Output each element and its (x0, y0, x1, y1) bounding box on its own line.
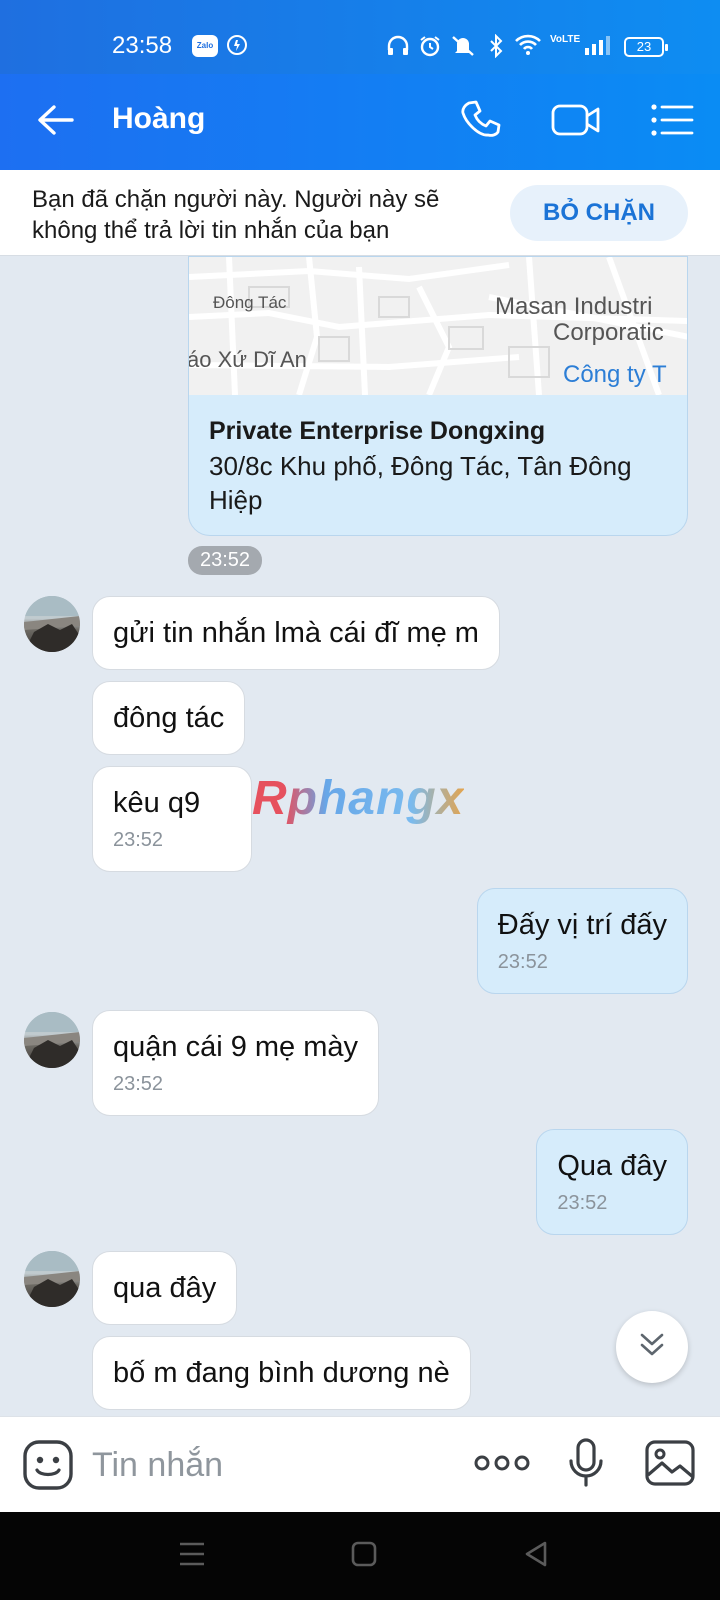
chat-area[interactable]: Đông Tác Masan Industri Corporatic áo Xứ… (0, 256, 720, 1416)
contact-avatar[interactable] (24, 1012, 80, 1068)
map-label: Công ty T (563, 361, 667, 388)
message-time: 23:52 (497, 951, 548, 973)
back-triangle-icon (522, 1540, 550, 1573)
status-time: 23:58 (112, 32, 173, 59)
back-nav-button[interactable] (516, 1538, 556, 1574)
outgoing-message[interactable]: Đấy vị trí đấy 23:52 (476, 888, 688, 994)
contact-name[interactable]: Hoàng (112, 102, 205, 136)
incoming-message[interactable]: qua đây (92, 1251, 238, 1325)
map-label: Corporatic (553, 319, 664, 346)
signal-icon (584, 34, 612, 61)
watermark-logo: Rphangx (252, 772, 465, 825)
incoming-message[interactable]: gửi tin nhắn lmà cái đĩ mẹ m (92, 596, 500, 670)
headphones-icon (386, 34, 410, 61)
map-label: áo Xứ Dĩ An (188, 347, 307, 372)
video-call-icon (550, 100, 602, 145)
menu-button[interactable] (642, 92, 702, 152)
message-text: đông tác (113, 702, 225, 734)
back-button[interactable] (26, 92, 86, 152)
back-arrow-icon (36, 104, 76, 141)
message-text: quận cái 9 mẹ mày (113, 1031, 359, 1063)
menu-lines-icon (178, 1541, 206, 1572)
message-text: kêu q9 (113, 787, 201, 819)
mute-icon (450, 34, 476, 63)
incoming-message[interactable]: quận cái 9 mẹ mày 23:52 (92, 1010, 380, 1116)
home-button[interactable] (344, 1538, 384, 1574)
message-input-bar (0, 1416, 720, 1512)
recent-apps-button[interactable] (172, 1538, 212, 1574)
map-label: Masan Industri (495, 293, 653, 320)
double-chevron-down-icon (637, 1330, 667, 1365)
image-gallery-icon (644, 1439, 696, 1492)
map-label: Đông Tác (213, 293, 287, 312)
message-text: gửi tin nhắn lmà cái đĩ mẹ m (113, 617, 479, 649)
voice-button[interactable] (558, 1437, 614, 1494)
microphone-icon (566, 1437, 606, 1494)
incoming-message[interactable]: đông tác (92, 681, 246, 755)
more-options-button[interactable] (474, 1439, 530, 1491)
emoji-button[interactable] (22, 1439, 74, 1491)
home-square-icon (350, 1540, 378, 1573)
outgoing-message[interactable]: Qua đây 23:52 (536, 1129, 688, 1235)
incoming-message[interactable]: kêu q9 23:52 (92, 766, 252, 872)
emoji-sticker-icon (22, 1440, 74, 1495)
map-preview[interactable]: Đông Tác Masan Industri Corporatic áo Xứ… (188, 257, 687, 395)
call-button[interactable] (452, 92, 512, 152)
status-bar: 23:58 Zalo VoLTE 23 (0, 0, 720, 74)
location-name: Private Enterprise Dongxing (209, 417, 546, 445)
message-time: 23:52 (557, 1192, 608, 1214)
message-time: 23:52 (113, 829, 164, 851)
contact-avatar[interactable] (24, 1251, 80, 1307)
alarm-icon (418, 34, 442, 63)
scroll-to-bottom-button[interactable] (616, 1311, 688, 1383)
blocked-banner: Bạn đã chặn người này. Người này sẽ khôn… (0, 170, 720, 256)
location-address: 30/8c Khu phố, Đông Tác, Tân Đông Hiệp (209, 451, 632, 515)
unblock-button[interactable]: BỎ CHẶN (510, 185, 688, 241)
video-call-button[interactable] (546, 92, 606, 152)
menu-list-icon (650, 102, 694, 143)
activity-icon (226, 34, 248, 61)
zalo-notification-icon: Zalo (192, 35, 218, 57)
chat-header: Hoàng (0, 74, 720, 170)
phone-icon (460, 98, 504, 147)
location-card[interactable]: Đông Tác Masan Industri Corporatic áo Xứ… (188, 256, 688, 536)
wifi-icon (514, 34, 542, 61)
message-text: Đấy vị trí đấy (497, 909, 667, 941)
bluetooth-icon (488, 33, 504, 63)
message-input[interactable] (92, 1441, 452, 1489)
message-text: Qua đây (557, 1150, 667, 1182)
blocked-message: Bạn đã chặn người này. Người này sẽ khôn… (32, 186, 440, 244)
system-nav-bar (0, 1512, 720, 1600)
message-text: qua đây (113, 1272, 217, 1304)
message-time: 23:52 (113, 1073, 164, 1095)
incoming-message[interactable]: bố m đang bình dương nè (92, 1336, 471, 1410)
contact-avatar[interactable] (24, 596, 80, 652)
more-dots-icon (474, 1453, 530, 1478)
battery-indicator: 23 (624, 37, 668, 57)
message-text: bố m đang bình dương nè (113, 1357, 450, 1389)
image-button[interactable] (642, 1439, 698, 1491)
volte-icon: VoLTE (550, 34, 581, 45)
message-time: 23:52 (188, 546, 263, 575)
